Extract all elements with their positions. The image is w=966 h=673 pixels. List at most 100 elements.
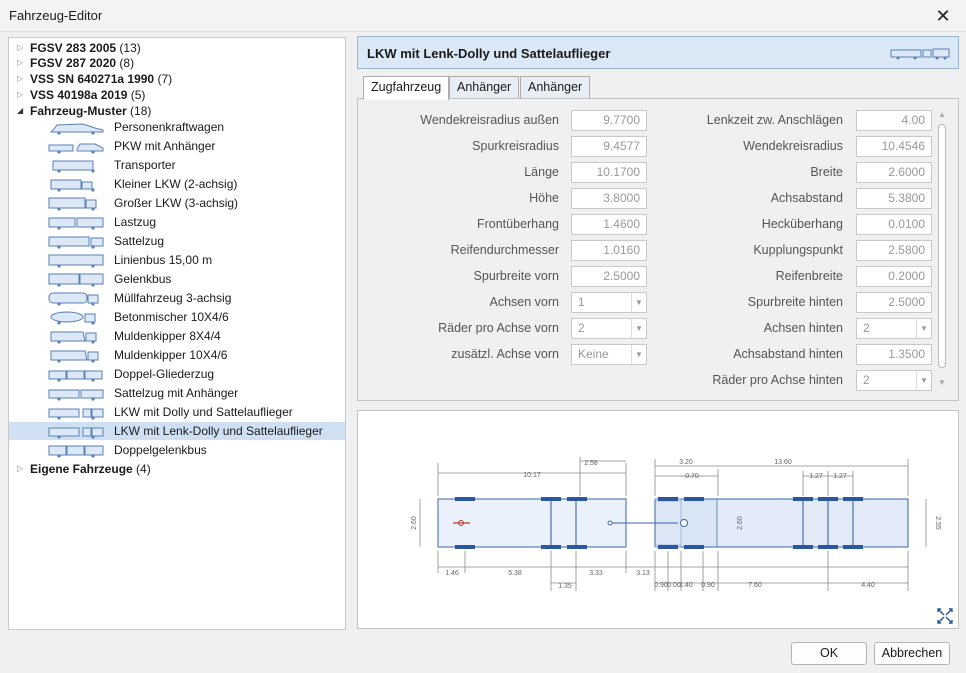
field-value: 9.7700	[603, 113, 640, 127]
cancel-button[interactable]: Abbrechen	[874, 642, 950, 665]
field-label: Kupplungspunkt	[753, 243, 843, 257]
vehicle-icon	[48, 389, 104, 401]
field-input[interactable]: 2.5000	[571, 266, 647, 287]
field-select[interactable]: 2 ▼	[856, 370, 932, 391]
dim-label: 3.33	[589, 570, 603, 577]
field-input[interactable]: 0.0100	[856, 214, 932, 235]
field-input[interactable]: 9.4577	[571, 136, 647, 157]
tree-item-vehicle[interactable]: LKW mit Dolly und Sattelauflieger	[9, 403, 345, 421]
tree-item-vehicle[interactable]: PKW mit Anhänger	[9, 137, 345, 155]
field-label: Wendekreisradius	[743, 139, 843, 153]
tree-item-label: Doppelgelenkbus	[114, 443, 207, 457]
scroll-down-icon[interactable]: ▼	[936, 378, 948, 388]
field-input[interactable]: 4.00	[856, 110, 932, 131]
zoom-fit-icon[interactable]	[937, 608, 953, 624]
field-input[interactable]: 2.6000	[856, 162, 932, 183]
field-input[interactable]: 0.2000	[856, 266, 932, 287]
tab-zugfahrzeug[interactable]: Zugfahrzeug	[363, 76, 450, 100]
field-label: Frontüberhang	[476, 217, 559, 231]
field-input[interactable]: 2.5800	[856, 240, 932, 261]
tree-item-vehicle[interactable]: Muldenkipper 10X4/6	[9, 346, 345, 364]
vehicle-icon	[48, 273, 104, 287]
tree-item-vehicle[interactable]: Sattelzug mit Anhänger	[9, 384, 345, 402]
dim-label: 13.60	[774, 459, 792, 466]
tree-item-vehicle[interactable]: Linienbus 15,00 m	[9, 251, 345, 269]
field-label: Reifenbreite	[775, 269, 843, 283]
chevron-down-icon[interactable]: ▼	[916, 371, 931, 390]
tree-item-vehicle[interactable]: Personenkraftwagen	[9, 118, 345, 136]
tab-anhaenger-1[interactable]: Anhänger	[449, 76, 520, 99]
tree-item-vehicle[interactable]: Doppelgelenkbus	[9, 441, 345, 459]
vehicle-icon	[48, 143, 104, 154]
vehicle-tree[interactable]: ▷ FGSV 283 2005 (13) ▷ FGSV 287 2020 (8)…	[8, 37, 346, 630]
field-input[interactable]: 3.8000	[571, 188, 647, 209]
dim-label: 1.27	[833, 473, 847, 480]
title-bar: Fahrzeug-Editor ✕	[0, 0, 966, 32]
dim-label: 7.60	[748, 582, 762, 589]
field-value: 4.00	[901, 113, 925, 127]
dim-label: 4.40	[861, 582, 875, 589]
field-input[interactable]: 9.7700	[571, 110, 647, 131]
chevron-down-icon[interactable]: ▼	[631, 319, 646, 338]
field-label: Spurkreisradius	[472, 139, 559, 153]
field-input[interactable]: 1.0160	[571, 240, 647, 261]
tree-item-label: Linienbus 15,00 m	[114, 253, 213, 267]
tree-group-label: FGSV 283 2005	[30, 41, 117, 55]
tree-item-vehicle[interactable]: Müllfahrzeug 3-achsig	[9, 289, 345, 307]
dimension-drawing: 10.17 2.58 3.20 0.70 13.60 1.27 1.27 1.4…	[411, 457, 953, 624]
ok-button[interactable]: OK	[791, 642, 867, 665]
vehicle-icon	[48, 217, 104, 230]
chevron-down-icon[interactable]: ▼	[631, 345, 646, 364]
scroll-thumb[interactable]	[938, 124, 946, 368]
tree-group-count: (5)	[130, 88, 146, 102]
field-input[interactable]: 5.3800	[856, 188, 932, 209]
field-input[interactable]: 1.3500	[856, 344, 932, 365]
tree-item-label: Sattelzug mit Anhänger	[114, 386, 239, 400]
field-select[interactable]: 2 ▼	[856, 318, 932, 339]
field-value: 2	[863, 321, 870, 335]
tree-item-vehicle[interactable]: Großer LKW (3-achsig)	[9, 194, 345, 212]
chevron-down-icon[interactable]: ▼	[631, 293, 646, 312]
field-select[interactable]: 1 ▼	[571, 292, 647, 313]
vehicle-icon	[48, 197, 97, 211]
tree-group-count: (8)	[119, 56, 135, 70]
tree-item-vehicle[interactable]: Transporter	[9, 156, 345, 174]
dim-label: 0.90	[701, 582, 715, 589]
tree-item-vehicle[interactable]: Gelenkbus	[9, 270, 345, 288]
tree-item-vehicle[interactable]: Lastzug	[9, 213, 345, 231]
vehicle-icon	[48, 445, 104, 458]
vehicle-preview-icon	[890, 48, 950, 60]
tree-item-vehicle[interactable]: Doppel-Gliederzug	[9, 365, 345, 383]
tree-item-label: Transporter	[114, 158, 176, 172]
chevron-down-icon[interactable]: ▼	[916, 319, 931, 338]
scroll-up-icon[interactable]: ▲	[936, 110, 948, 120]
dim-label: 10.17	[523, 472, 541, 479]
tree-item-label: Personenkraftwagen	[114, 120, 225, 134]
field-input[interactable]: 1.4600	[571, 214, 647, 235]
field-input[interactable]: 2.5000	[856, 292, 932, 313]
tree-group-count: (4)	[136, 462, 151, 476]
field-value: 1.4600	[603, 217, 640, 231]
tree-item-vehicle[interactable]: Sattelzug	[9, 232, 345, 250]
field-label: Spurbreite hinten	[747, 295, 843, 309]
field-value: 0.2000	[888, 269, 925, 283]
tab-anhaenger-2[interactable]: Anhänger	[520, 76, 591, 99]
tree-item-label: PKW mit Anhänger	[114, 139, 216, 153]
form-scrollbar[interactable]: ▲ ▼	[936, 110, 948, 390]
field-label: Achsen hinten	[763, 321, 843, 335]
tree-item-vehicle[interactable]: Muldenkipper 8X4/4	[9, 327, 345, 345]
field-input[interactable]: 10.4546	[856, 136, 932, 157]
field-value: 2.5800	[888, 243, 925, 257]
field-label: Räder pro Achse vorn	[438, 321, 559, 335]
tree-item-vehicle[interactable]: Kleiner LKW (2-achsig)	[9, 175, 345, 193]
field-label: Lenkzeit zw. Anschlägen	[706, 113, 843, 127]
vehicle-icon	[50, 331, 97, 344]
tree-item-vehicle[interactable]: Betonmischer 10X4/6	[9, 308, 345, 326]
field-input[interactable]: 10.1700	[571, 162, 647, 183]
close-icon[interactable]: ✕	[920, 0, 966, 32]
expand-icon[interactable]: ▷	[17, 460, 27, 478]
field-label: zusätzl. Achse vorn	[451, 347, 559, 361]
field-select[interactable]: 2 ▼	[571, 318, 647, 339]
tree-item-vehicle[interactable]: LKW mit Lenk-Dolly und Sattelauflieger	[9, 422, 345, 440]
field-select[interactable]: Keine ▼	[571, 344, 647, 365]
